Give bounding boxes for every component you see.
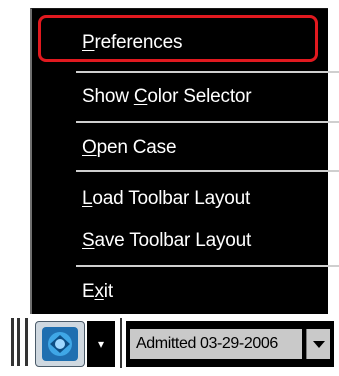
menu-item-load-toolbar-layout[interactable]: Load Toolbar Layout <box>82 182 250 216</box>
case-select[interactable]: Admitted 03-29-2006 <box>126 321 334 367</box>
case-select-arrow-icon[interactable] <box>306 329 330 359</box>
toolbar-grip[interactable] <box>11 318 14 366</box>
app-menu-dropdown-button[interactable]: ▾ <box>87 321 115 367</box>
menu-separator <box>76 121 339 123</box>
app-logo-icon <box>42 327 78 361</box>
toolbar-grip[interactable] <box>17 318 20 366</box>
toolbar-divider <box>120 318 122 368</box>
toolbar-grip[interactable] <box>25 318 28 366</box>
chevron-down-icon: ▾ <box>97 337 105 351</box>
menu-separator <box>76 71 339 73</box>
menu-separator <box>76 265 339 267</box>
menu-item-show-color-selector[interactable]: Show Color Selector <box>82 80 252 114</box>
menu-item-open-case[interactable]: Open Case <box>82 131 177 165</box>
menu-item-exit[interactable]: Exit <box>82 275 113 309</box>
app-menu-button[interactable] <box>35 321 85 367</box>
menu-item-save-toolbar-layout[interactable]: Save Toolbar Layout <box>82 224 251 258</box>
menu-separator <box>76 170 339 172</box>
preferences-highlight <box>38 15 318 62</box>
case-select-value[interactable]: Admitted 03-29-2006 <box>130 329 302 359</box>
